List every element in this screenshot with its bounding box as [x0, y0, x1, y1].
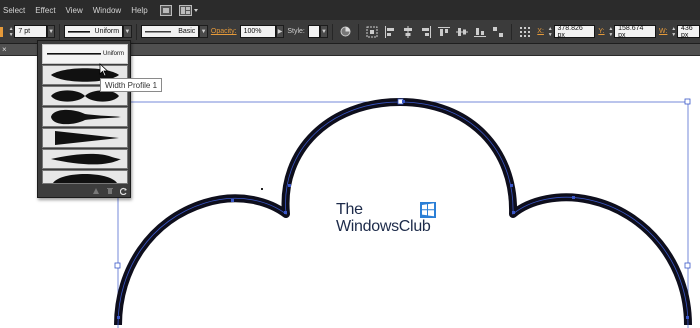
leaf-profile-icon: [51, 153, 121, 165]
opacity-label[interactable]: Opacity:: [208, 28, 240, 35]
width-profile-uniform[interactable]: Uniform: [42, 44, 128, 64]
align-vertical-center-icon[interactable]: [456, 26, 469, 38]
resize-handle-middle-right[interactable]: [684, 262, 691, 269]
watermark-line-2: WindowsClub: [336, 218, 431, 235]
anchor-point[interactable]: [572, 196, 575, 199]
anchor-point[interactable]: [231, 199, 234, 202]
reset-profiles-icon[interactable]: [120, 187, 128, 195]
anchor-point[interactable]: [686, 316, 689, 319]
align-to-selection-icon[interactable]: [366, 26, 378, 38]
stroke-weight-dropdown[interactable]: ▼: [46, 25, 56, 38]
menu-select[interactable]: Select: [0, 6, 30, 15]
resize-handle-middle-left[interactable]: [114, 262, 121, 269]
watermark-line-1: The: [336, 201, 363, 218]
taper-wedge-profile-icon: [55, 131, 119, 145]
menu-help[interactable]: Help: [126, 6, 152, 15]
width-profile-footer: [42, 186, 128, 196]
width-profile-6[interactable]: [42, 170, 128, 184]
uniform-profile-preview-icon: [68, 30, 91, 33]
graphic-style-swatch[interactable]: [307, 25, 320, 38]
windows-logo-icon: [420, 202, 436, 218]
opacity-dropdown[interactable]: ▶: [275, 25, 285, 38]
anchor-point[interactable]: [510, 184, 513, 187]
x-stepper[interactable]: ▲ ▼: [547, 25, 554, 38]
y-field[interactable]: 158.674 px: [614, 25, 656, 39]
center-point: [261, 188, 263, 190]
x-label[interactable]: X:: [534, 28, 547, 35]
anchor-point[interactable]: [284, 211, 287, 214]
anchor-point[interactable]: [402, 100, 405, 103]
brush-definition-value: Basic: [178, 28, 196, 35]
menu-effect[interactable]: Effect: [30, 6, 60, 15]
add-to-profiles-icon[interactable]: [92, 187, 100, 195]
anchor-point[interactable]: [288, 184, 291, 187]
width-profile-3[interactable]: [42, 107, 128, 127]
distribute-icon[interactable]: [492, 26, 504, 38]
stroke-label-marker: [0, 26, 3, 37]
align-top-icon[interactable]: [438, 26, 451, 38]
variable-width-profile-field[interactable]: Uniform: [64, 25, 124, 38]
bridge-icon[interactable]: [159, 4, 173, 16]
width-profile-4[interactable]: [42, 128, 128, 148]
separator: [59, 23, 61, 40]
separator: [332, 23, 334, 40]
variable-width-profile-dropdown[interactable]: ▼: [123, 25, 132, 38]
y-stepper[interactable]: ▲ ▼: [608, 25, 615, 38]
separator: [358, 23, 360, 40]
width-profile-label: Uniform: [102, 51, 124, 57]
menu-view[interactable]: View: [61, 6, 88, 15]
align-bottom-icon[interactable]: [474, 26, 487, 38]
separator: [511, 23, 513, 40]
dome-profile-icon: [53, 174, 117, 183]
mouse-cursor-icon: [99, 63, 109, 77]
delete-profile-icon[interactable]: [106, 187, 114, 195]
align-right-icon[interactable]: [420, 25, 432, 38]
opacity-field[interactable]: 100%: [239, 25, 276, 38]
close-tab-icon[interactable]: ×: [2, 44, 7, 56]
width-profile-panel: Uniform: [37, 40, 131, 198]
width-profile-5[interactable]: [42, 149, 128, 169]
graphic-style-dropdown[interactable]: ▼: [319, 25, 329, 38]
menu-bar: Select Effect View Window Help: [0, 0, 700, 20]
resize-handle-top-right[interactable]: [684, 98, 691, 105]
w-label[interactable]: W:: [656, 28, 670, 35]
brush-definition-field[interactable]: Basic: [140, 25, 200, 38]
style-label: Style:: [287, 28, 305, 35]
arrange-documents-icon[interactable]: [178, 4, 199, 16]
anchor-point[interactable]: [512, 211, 515, 214]
y-label[interactable]: Y:: [595, 28, 607, 35]
brush-definition-dropdown[interactable]: ▼: [199, 25, 208, 38]
w-field[interactable]: 436 px: [676, 25, 700, 39]
w-stepper[interactable]: ▲ ▼: [670, 25, 677, 38]
stroke-weight-stepper[interactable]: ▲ ▼: [8, 25, 15, 38]
menu-window[interactable]: Window: [88, 6, 126, 15]
stroke-weight-field[interactable]: 7 pt: [14, 25, 47, 38]
bulge-left-profile-icon: [51, 109, 121, 125]
anchor-point[interactable]: [117, 316, 120, 319]
basic-brush-preview-icon: [144, 30, 171, 32]
width-profile-tooltip: Width Profile 1: [100, 78, 163, 92]
variable-width-profile-value: Uniform: [94, 28, 120, 35]
separator: [135, 23, 137, 40]
watermark: The WindowsClub: [336, 201, 440, 235]
recolor-artwork-icon[interactable]: [340, 26, 351, 38]
x-field[interactable]: 378.826 px: [553, 25, 596, 39]
align-horizontal-center-icon[interactable]: [402, 25, 414, 38]
align-left-icon[interactable]: [384, 25, 396, 38]
reference-point-icon[interactable]: [519, 26, 531, 38]
